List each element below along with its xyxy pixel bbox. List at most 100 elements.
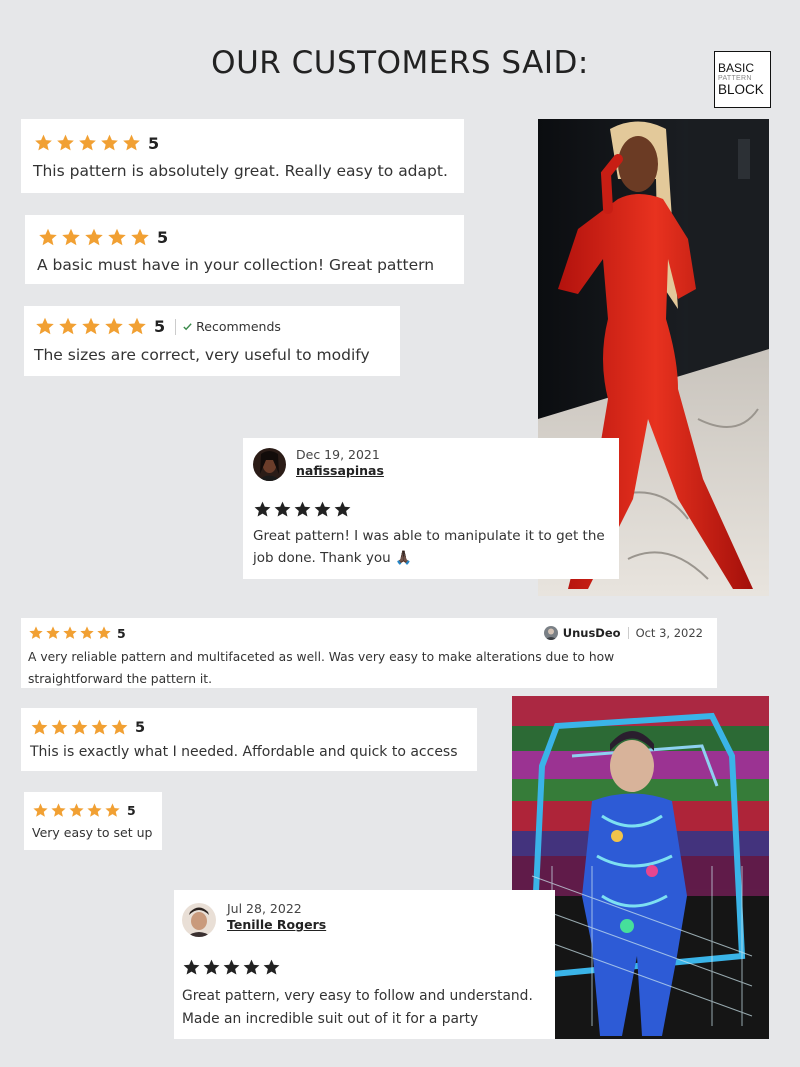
rating-value: 5 <box>148 133 160 153</box>
divider <box>175 318 177 335</box>
logo-line-3: BLOCK <box>718 82 764 98</box>
review-text: A basic must have in your collection! Gr… <box>37 256 435 274</box>
star-icon <box>263 959 280 975</box>
review-text: Very easy to set up <box>32 825 153 840</box>
star-rating <box>30 718 129 737</box>
review-text-line-1: Great pattern! I was able to manipulate … <box>253 528 605 544</box>
star-rating <box>182 958 281 977</box>
star-icon <box>274 501 291 517</box>
star-icon <box>91 719 108 735</box>
star-icon <box>39 228 57 246</box>
star-icon <box>36 317 54 335</box>
star-icon <box>254 501 271 517</box>
star-icon <box>31 719 48 735</box>
star-icon <box>223 959 240 975</box>
review-text: This pattern is absolutely great. Really… <box>33 162 448 180</box>
star-icon <box>294 501 311 517</box>
star-icon <box>82 317 100 335</box>
avatar[interactable] <box>253 448 286 481</box>
rating-value: 5 <box>154 317 166 336</box>
star-icon <box>51 719 68 735</box>
star-icon <box>131 228 149 246</box>
rating-row: 5 <box>30 718 477 737</box>
brand-logo: BASIC PATTERN BLOCK <box>714 51 771 108</box>
star-rating <box>34 316 148 337</box>
rating-value: 5 <box>157 228 169 247</box>
rating-row: 5 <box>33 133 464 153</box>
review-card-2: 5 A basic must have in your collection! … <box>25 215 464 284</box>
star-rating <box>28 625 112 641</box>
praying-hands-emoji: 🙏🏿 <box>395 550 412 566</box>
reviewer-name[interactable]: UnusDeo <box>563 626 621 640</box>
check-icon <box>183 323 192 331</box>
star-icon <box>71 719 88 735</box>
star-icon <box>243 959 260 975</box>
review-date: Oct 3, 2022 <box>635 626 703 640</box>
star-icon <box>57 134 74 151</box>
review-card-6: 5 This is exactly what I needed. Afforda… <box>21 708 477 771</box>
star-icon <box>108 228 126 246</box>
star-icon <box>62 228 80 246</box>
reviewer-header: Dec 19, 2021 nafissapinas <box>253 447 619 481</box>
star-icon <box>334 501 351 517</box>
star-icon <box>63 626 77 639</box>
star-rating <box>253 500 352 519</box>
review-date: Jul 28, 2022 <box>227 901 302 916</box>
review-text-line-1: A very reliable pattern and multifaceted… <box>28 650 615 664</box>
review-text: The sizes are correct, very useful to mo… <box>34 346 370 364</box>
star-rating <box>37 227 151 248</box>
reviewer-name-link[interactable]: nafissapinas <box>296 463 384 479</box>
star-icon <box>183 959 200 975</box>
avatar[interactable] <box>543 626 558 640</box>
rating-value: 5 <box>117 625 126 641</box>
star-icon <box>85 228 103 246</box>
review-text: Great pattern! I was able to manipulate … <box>253 525 619 569</box>
review-card-1: 5 This pattern is absolutely great. Real… <box>21 119 464 193</box>
star-icon <box>35 134 52 151</box>
star-icon <box>105 317 123 335</box>
star-icon <box>46 626 60 639</box>
star-icon <box>105 803 120 817</box>
star-icon <box>97 626 111 639</box>
star-icon <box>80 626 94 639</box>
star-icon <box>69 803 84 817</box>
review-text-line-2: job done. Thank you 🙏🏿 <box>253 547 619 569</box>
star-icon <box>51 803 66 817</box>
rating-value: 5 <box>127 803 136 818</box>
reviewer-header: Jul 28, 2022 Tenille Rogers <box>182 901 555 937</box>
rating-value: 5 <box>135 719 146 736</box>
review-text: A very reliable pattern and multifaceted… <box>28 646 717 690</box>
star-rating <box>32 802 121 819</box>
review-text-line-2: Made an incredible suit out of it for a … <box>182 1011 479 1027</box>
review-header: 5 UnusDeo Oct 3, 2022 <box>28 625 717 641</box>
star-icon <box>87 803 102 817</box>
avatar[interactable] <box>182 903 216 937</box>
star-icon <box>59 317 77 335</box>
review-card-5: 5 UnusDeo Oct 3, 2022 A very reliable pa… <box>21 618 717 688</box>
review-card-7: 5 Very easy to set up <box>24 792 162 850</box>
review-text: This is exactly what I needed. Affordabl… <box>30 744 458 760</box>
rating-row: 5 <box>37 227 464 248</box>
divider <box>627 627 629 639</box>
logo-line-2: PATTERN <box>718 75 752 83</box>
star-rating <box>33 133 142 153</box>
logo-line-1: BASIC <box>718 61 755 76</box>
star-icon <box>314 501 331 517</box>
star-icon <box>123 134 140 151</box>
star-icon <box>79 134 96 151</box>
page-title: OUR CUSTOMERS SAID: <box>211 45 589 81</box>
review-card-4: Dec 19, 2021 nafissapinas Great pattern!… <box>243 438 619 579</box>
review-card-3: 5 Recommends The sizes are correct, very… <box>24 306 400 376</box>
star-icon <box>33 803 48 817</box>
rating-row: 5 <box>32 802 162 819</box>
star-icon <box>29 626 43 639</box>
rating-row: 5 <box>28 625 126 641</box>
reviewer-name-link[interactable]: Tenille Rogers <box>227 917 326 933</box>
review-date: Dec 19, 2021 <box>296 447 380 462</box>
star-icon <box>128 317 146 335</box>
review-text-line-2-text: job done. Thank you <box>253 550 391 566</box>
star-icon <box>203 959 220 975</box>
star-icon <box>101 134 118 151</box>
reviewer-info: UnusDeo Oct 3, 2022 <box>543 626 703 640</box>
star-icon <box>111 719 128 735</box>
